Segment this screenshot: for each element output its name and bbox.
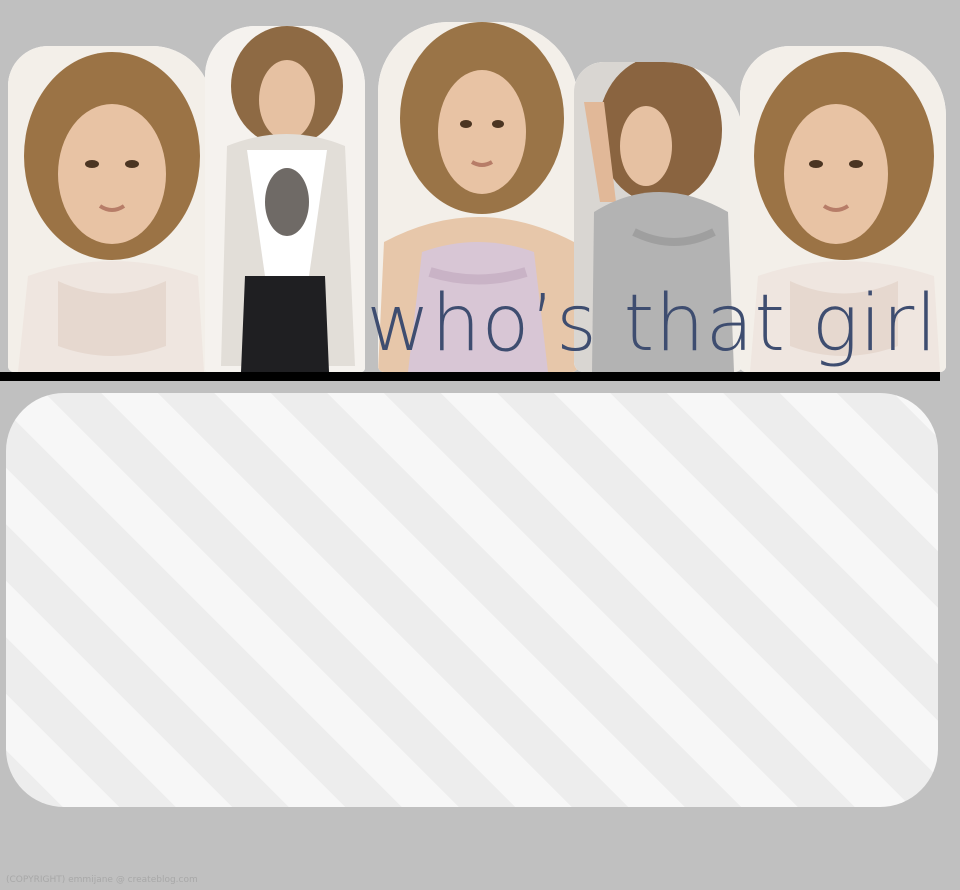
portrait-image-1 (8, 46, 212, 372)
portrait-image-2 (205, 26, 365, 372)
header-rule (0, 372, 940, 381)
header-collage: who’s that girl (0, 0, 960, 390)
content-panel (6, 393, 938, 807)
photo-standing-2 (205, 26, 365, 372)
copyright-text: (COPYRIGHT) emmijane @ createblog.com (6, 875, 198, 885)
photo-portrait-1 (8, 46, 212, 372)
page-title: who’s that girl (366, 279, 938, 369)
